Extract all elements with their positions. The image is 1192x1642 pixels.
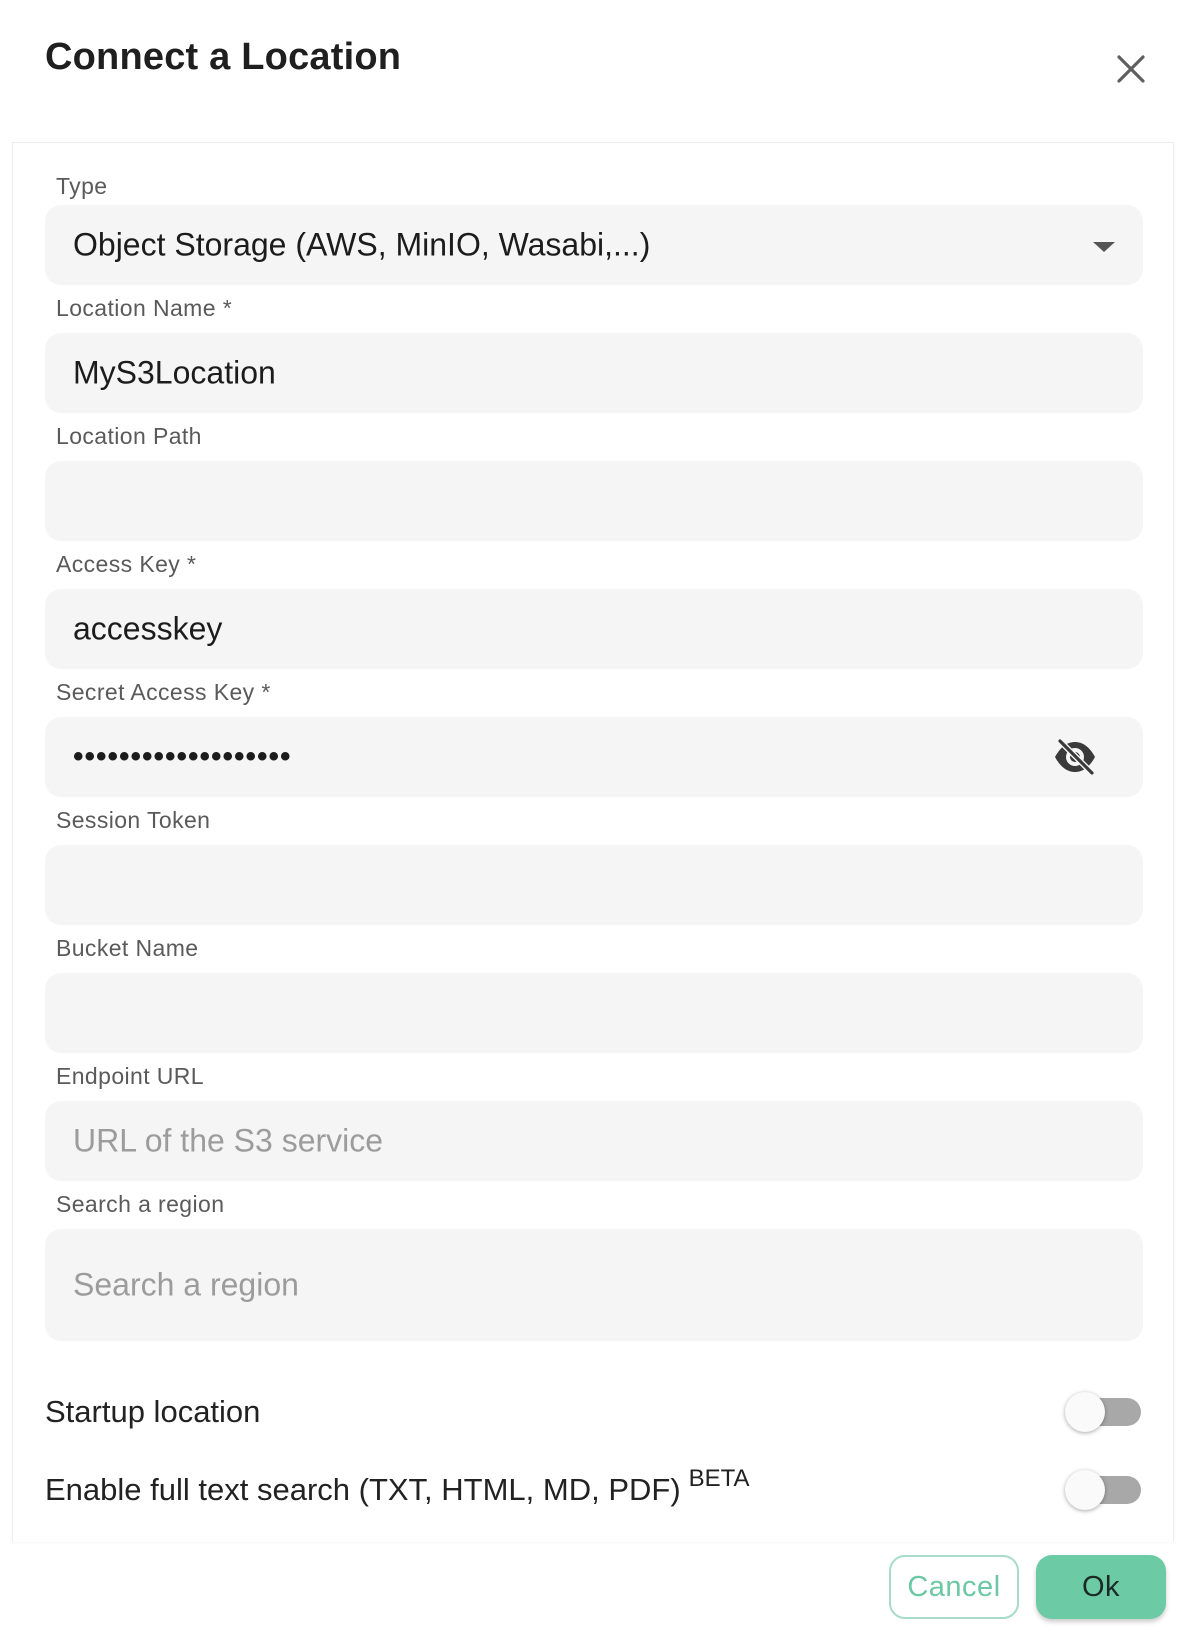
endpoint-url-placeholder: URL of the S3 service <box>73 1122 384 1159</box>
session-token-label: Session Token <box>56 807 211 833</box>
access-key-label: Access Key * <box>56 551 197 577</box>
location-path-input[interactable] <box>45 461 1143 541</box>
access-key-input[interactable]: accesskey <box>45 589 1143 669</box>
secret-access-key-label: Secret Access Key * <box>56 679 271 705</box>
location-name-value: MyS3Location <box>73 354 276 391</box>
startup-location-label: Startup location <box>45 1394 261 1429</box>
region-search-input[interactable]: Search a region <box>45 1229 1143 1341</box>
startup-location-switch[interactable] <box>1065 1392 1143 1432</box>
bucket-name-label: Bucket Name <box>56 935 199 961</box>
visibility-off-icon <box>1055 738 1095 776</box>
full-text-search-row: Enable full text search (TXT, HTML, MD, … <box>45 1465 1143 1515</box>
arrow-drop-down-icon <box>1093 242 1115 252</box>
toggle-password-visibility-button[interactable] <box>1051 733 1099 781</box>
beta-badge: BETA <box>688 1465 750 1492</box>
type-select[interactable]: Object Storage (AWS, MinIO, Wasabi,...) <box>45 205 1143 285</box>
dialog-title: Connect a Location <box>45 36 402 78</box>
full-text-search-label-wrap: Enable full text search (TXT, HTML, MD, … <box>45 1465 750 1508</box>
form-panel: Type Object Storage (AWS, MinIO, Wasabi,… <box>12 142 1174 1542</box>
close-button[interactable] <box>1106 44 1156 94</box>
region-label: Search a region <box>56 1191 225 1217</box>
region-placeholder: Search a region <box>73 1266 299 1303</box>
type-value: Object Storage (AWS, MinIO, Wasabi,...) <box>73 226 651 263</box>
location-name-input[interactable]: MyS3Location <box>45 333 1143 413</box>
startup-location-row: Startup location <box>45 1387 1143 1437</box>
session-token-input[interactable] <box>45 845 1143 925</box>
location-path-label: Location Path <box>56 423 202 449</box>
secret-access-key-value: ••••••••••••••••••• <box>73 740 292 773</box>
full-text-search-switch[interactable] <box>1065 1470 1143 1510</box>
type-label: Type <box>56 173 108 199</box>
endpoint-url-label: Endpoint URL <box>56 1063 204 1089</box>
endpoint-url-input[interactable]: URL of the S3 service <box>45 1101 1143 1181</box>
switch-thumb <box>1065 1392 1105 1432</box>
close-icon <box>1117 55 1145 83</box>
cancel-button[interactable]: Cancel <box>889 1555 1019 1619</box>
full-text-search-label: Enable full text search (TXT, HTML, MD, … <box>45 1472 681 1507</box>
secret-access-key-input[interactable]: ••••••••••••••••••• <box>45 717 1143 797</box>
location-name-label: Location Name * <box>56 295 233 321</box>
bucket-name-input[interactable] <box>45 973 1143 1053</box>
connect-location-dialog: Connect a Location Type Object Storage (… <box>0 0 1192 1642</box>
access-key-value: accesskey <box>73 610 223 647</box>
ok-button[interactable]: Ok <box>1036 1555 1166 1619</box>
switch-thumb <box>1065 1470 1105 1510</box>
